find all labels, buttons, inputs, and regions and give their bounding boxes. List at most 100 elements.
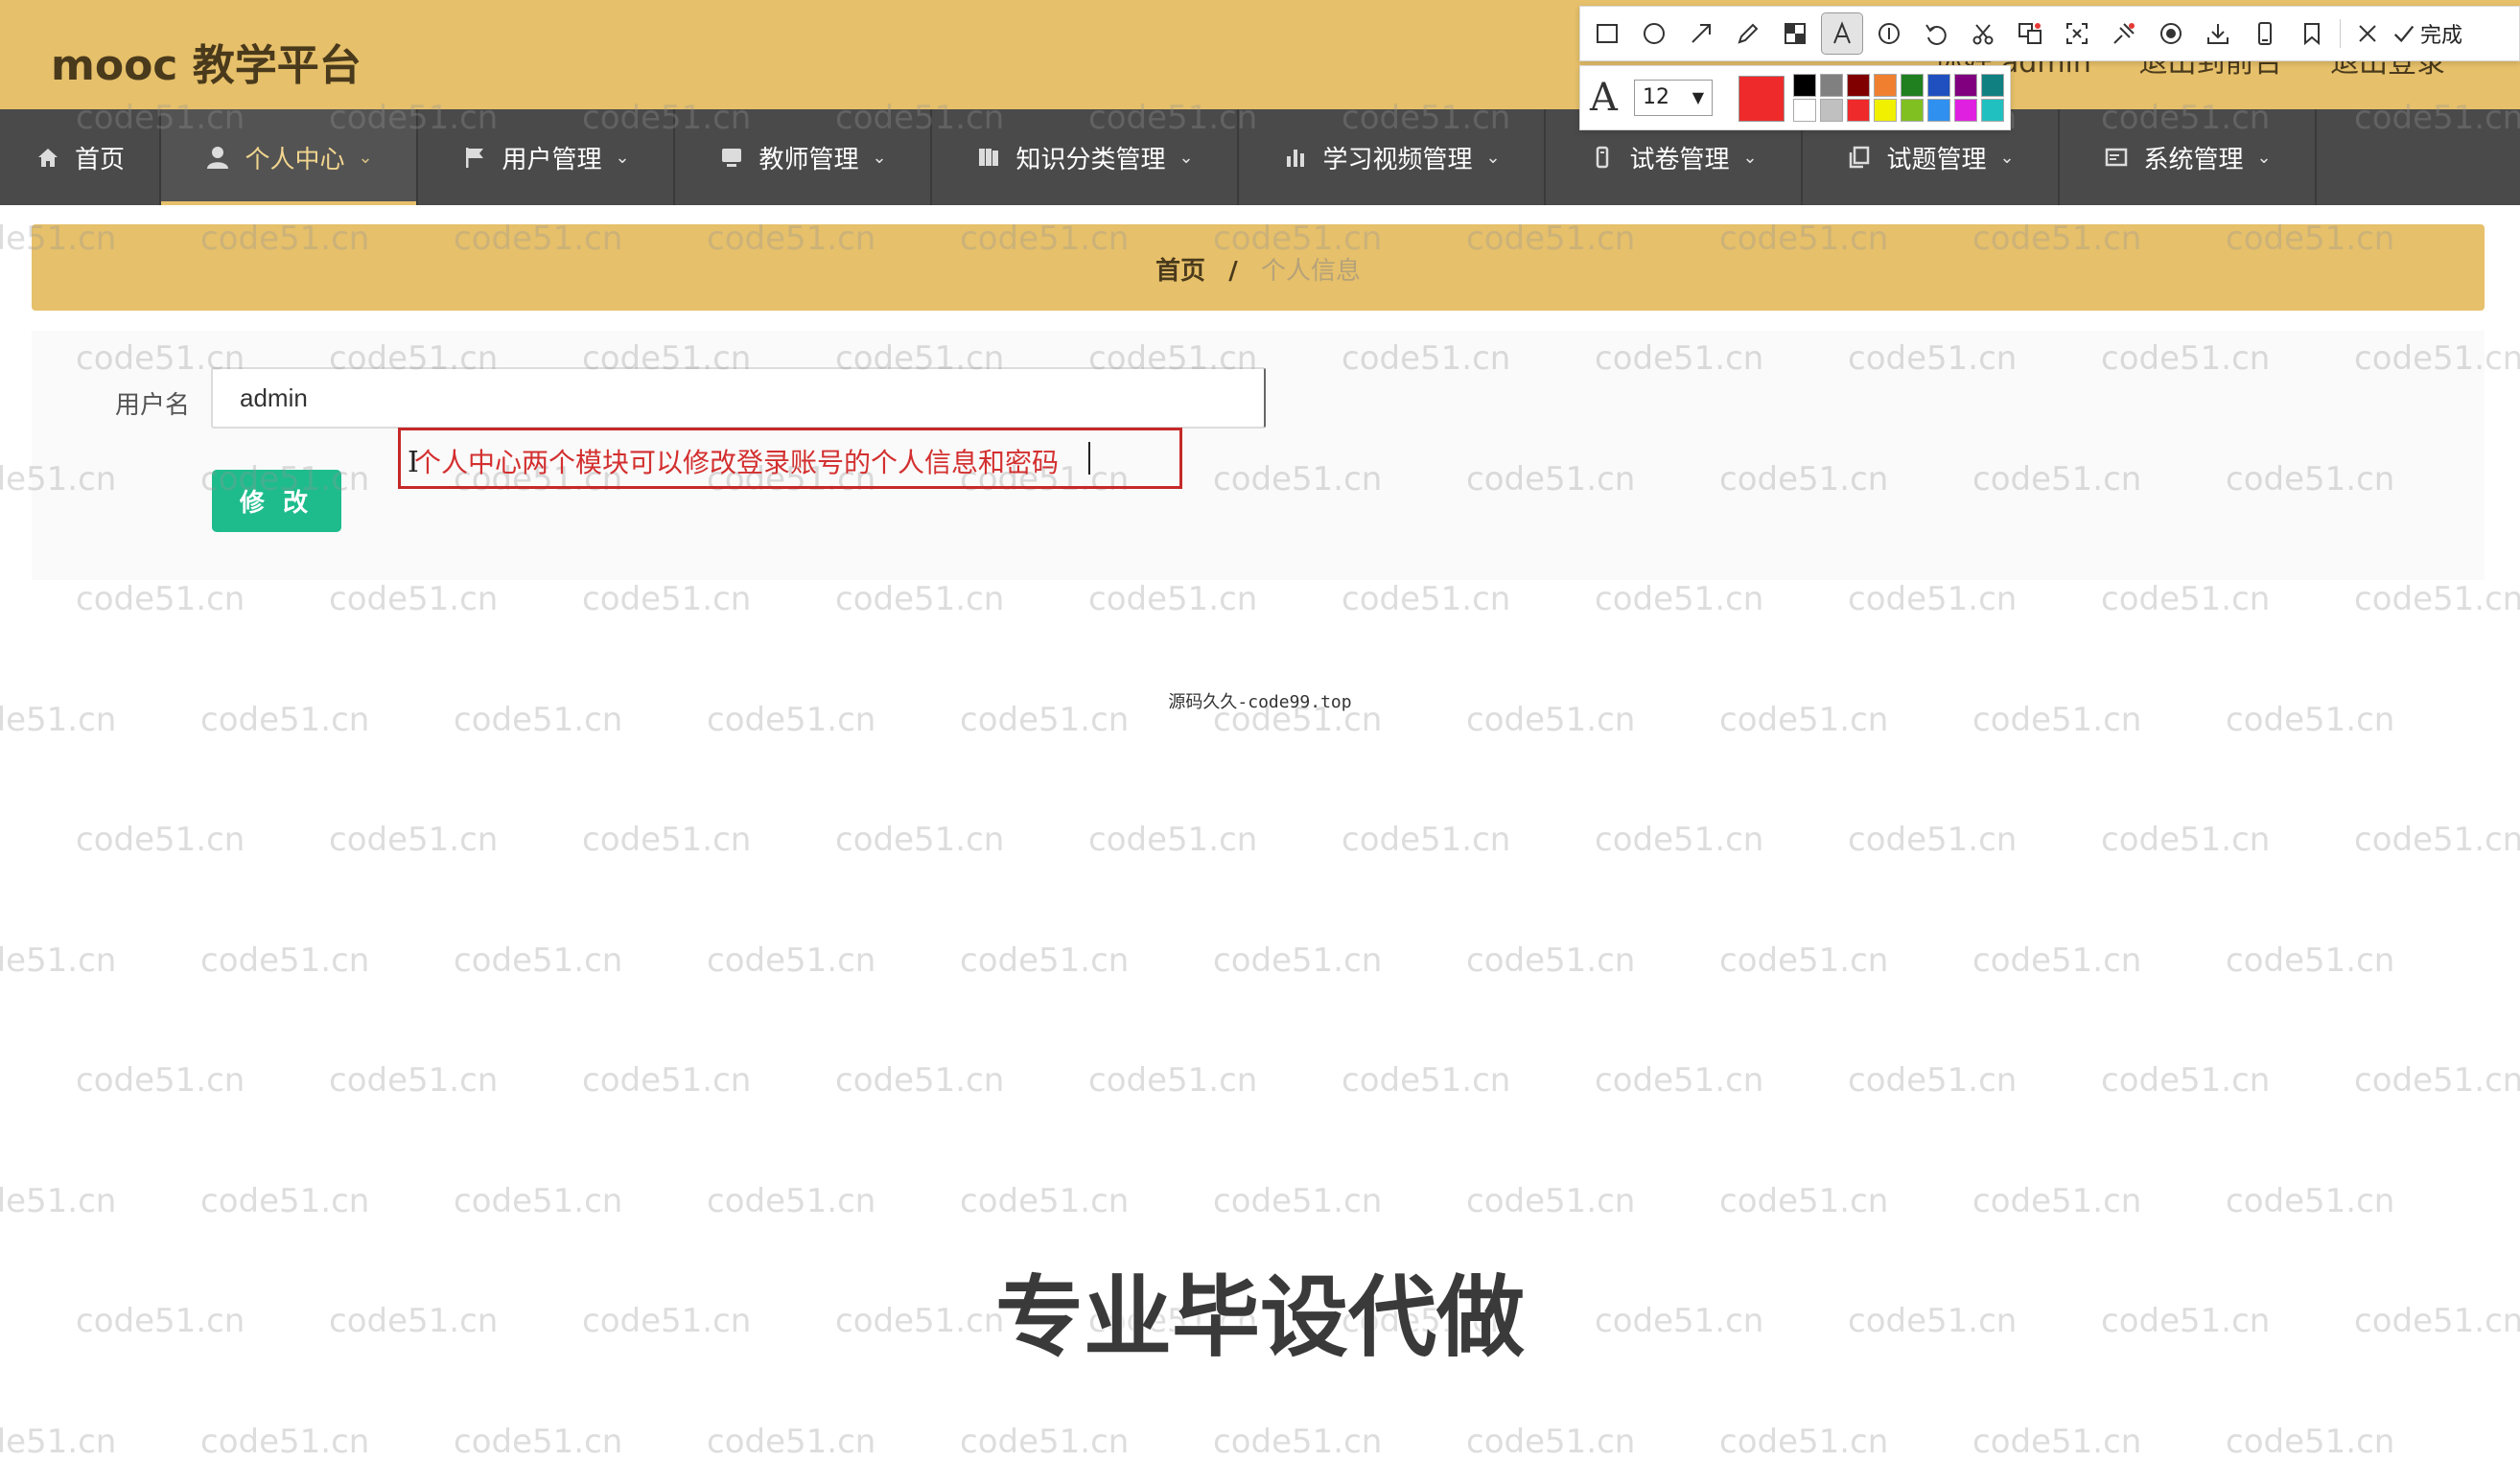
watermark-text: code51.cn	[2226, 1422, 2395, 1461]
watermark-text: code51.cn	[1088, 821, 1258, 859]
watermark-text: code51.cn	[1719, 1422, 1889, 1461]
watermark-text: code51.cn	[76, 1061, 245, 1100]
watermark-text: code51.cn	[76, 580, 245, 618]
toolbar-divider	[2340, 19, 2341, 48]
ellipse-icon[interactable]	[1634, 13, 1674, 54]
nav-label: 试题管理	[1886, 145, 1987, 174]
nav-label: 用户管理	[502, 145, 602, 174]
watermark-text: code51.cn	[1342, 580, 1511, 618]
chevron-down-icon: ⌄	[358, 147, 373, 168]
watermark-text: code51.cn	[2101, 821, 2271, 859]
color-swatch[interactable]	[1981, 74, 2004, 97]
font-size-select[interactable]: 12 ▼	[1634, 80, 1713, 116]
chevron-down-icon: ⌄	[1485, 147, 1501, 168]
breadcrumb-home[interactable]: 首页	[1155, 257, 1205, 286]
watermark-text: code51.cn	[960, 940, 1130, 980]
chevron-down-icon: ▼	[1692, 88, 1704, 106]
nav-item-system[interactable]: 系统管理 ⌄	[2060, 109, 2317, 205]
nav-label: 试卷管理	[1629, 145, 1730, 174]
phone-icon[interactable]	[2245, 13, 2285, 54]
rectangle-icon[interactable]	[1587, 13, 1627, 54]
finish-button[interactable]: 完成	[2392, 13, 2462, 54]
pin-icon[interactable]	[2104, 13, 2144, 54]
watermark-text: code51.cn	[1972, 940, 2142, 980]
watermark-text: code51.cn	[1719, 1181, 1889, 1220]
color-swatch[interactable]	[1954, 99, 1977, 122]
check-icon	[2393, 25, 2415, 43]
color-swatch[interactable]	[1820, 99, 1843, 122]
font-size-value: 12	[1643, 85, 1669, 109]
breadcrumb-separator: /	[1228, 257, 1238, 286]
cut-icon[interactable]	[1963, 13, 2003, 54]
annotation-text: 个人中心两个模块可以修改登录账号的个人信息和密码	[414, 447, 1060, 478]
breadcrumb-bar: 首页 / 个人信息	[32, 224, 2485, 311]
watermark-text: code51.cn	[835, 1061, 1005, 1100]
close-icon[interactable]	[2347, 13, 2388, 54]
nav-item-teacher-management[interactable]: 教师管理 ⌄	[675, 109, 932, 205]
nav-item-knowledge-category[interactable]: 知识分类管理 ⌄	[932, 109, 1239, 205]
color-swatch[interactable]	[1820, 74, 1843, 97]
watermark-text: code51.cn	[76, 821, 245, 859]
watermark-text: code51.cn	[1088, 580, 1258, 618]
nav-item-user-management[interactable]: 用户管理 ⌄	[418, 109, 675, 205]
bookmark-icon[interactable]	[2292, 13, 2332, 54]
watermark-text: code51.cn	[2226, 940, 2395, 980]
ocr-icon[interactable]	[2057, 13, 2097, 54]
breadcrumb: 首页 / 个人信息	[32, 251, 2485, 287]
watermark-text: code51.cn	[1848, 821, 2018, 859]
watermark-text: code51.cn	[1466, 1181, 1636, 1220]
nav-label: 学习视频管理	[1322, 145, 1473, 174]
monitor-icon	[718, 144, 745, 171]
main-nav: 首页 个人中心 ⌄ 用户管理 ⌄ 教师管理 ⌄ 知识分类管理 ⌄ 学习视频管理 …	[0, 109, 2520, 205]
app-title: mooc 教学平台	[51, 41, 362, 90]
arrow-icon[interactable]	[1681, 13, 1721, 54]
watermark-text: code51.cn	[1213, 1422, 1383, 1461]
color-swatch[interactable]	[1874, 99, 1897, 122]
undo-icon[interactable]	[1916, 13, 1956, 54]
watermark-text: code51.cn	[454, 1181, 623, 1220]
pen-icon[interactable]	[1728, 13, 1768, 54]
nav-item-study-video[interactable]: 学习视频管理 ⌄	[1239, 109, 1546, 205]
color-swatch[interactable]	[1847, 99, 1870, 122]
record-icon[interactable]	[2151, 13, 2191, 54]
current-color-swatch[interactable]	[1738, 76, 1785, 122]
nav-item-home[interactable]: 首页	[0, 109, 161, 205]
color-swatch[interactable]	[1901, 74, 1924, 97]
paper-icon	[1589, 144, 1616, 171]
download-icon[interactable]	[2198, 13, 2238, 54]
color-swatch[interactable]	[1927, 99, 1950, 122]
chevron-down-icon: ⌄	[1178, 147, 1194, 168]
color-swatch[interactable]	[1874, 74, 1897, 97]
watermark-text: code51.cn	[2101, 1061, 2271, 1100]
annotation-text-box[interactable]: 个人中心两个模块可以修改登录账号的个人信息和密码	[398, 428, 1182, 489]
bar-chart-icon	[1282, 144, 1309, 171]
nav-item-personal-center[interactable]: 个人中心 ⌄	[161, 109, 418, 205]
watermark-text: code51.cn	[454, 1422, 623, 1461]
number-icon[interactable]	[1869, 13, 1909, 54]
translate-icon[interactable]	[2010, 13, 2050, 54]
home-icon	[35, 144, 61, 171]
mosaic-icon[interactable]	[1775, 13, 1815, 54]
screenshot-toolbar: 完成	[1579, 6, 2520, 61]
color-swatch[interactable]	[1793, 74, 1816, 97]
color-swatch[interactable]	[1981, 99, 2004, 122]
nav-label: 首页	[74, 145, 125, 174]
username-input[interactable]	[211, 367, 1266, 429]
chevron-down-icon: ⌄	[1999, 147, 2015, 168]
book-icon	[975, 144, 1002, 171]
color-swatch[interactable]	[1793, 99, 1816, 122]
watermark-text: code51.cn	[1595, 1061, 1764, 1100]
modify-button[interactable]: 修 改	[212, 470, 341, 532]
color-swatch[interactable]	[1847, 74, 1870, 97]
watermark-text: code51.cn	[1466, 940, 1636, 980]
text-icon[interactable]	[1821, 12, 1863, 55]
watermark-text: code51.cn	[1595, 580, 1764, 618]
chevron-down-icon: ⌄	[615, 147, 630, 168]
watermark-text: code51.cn	[960, 1181, 1130, 1220]
watermark-text: code51.cn	[707, 940, 876, 980]
watermark-text: code51.cn	[329, 580, 499, 618]
color-swatch[interactable]	[1954, 74, 1977, 97]
color-swatch[interactable]	[1901, 99, 1924, 122]
watermark-text: code51.cn	[329, 1061, 499, 1100]
color-swatch[interactable]	[1927, 74, 1950, 97]
